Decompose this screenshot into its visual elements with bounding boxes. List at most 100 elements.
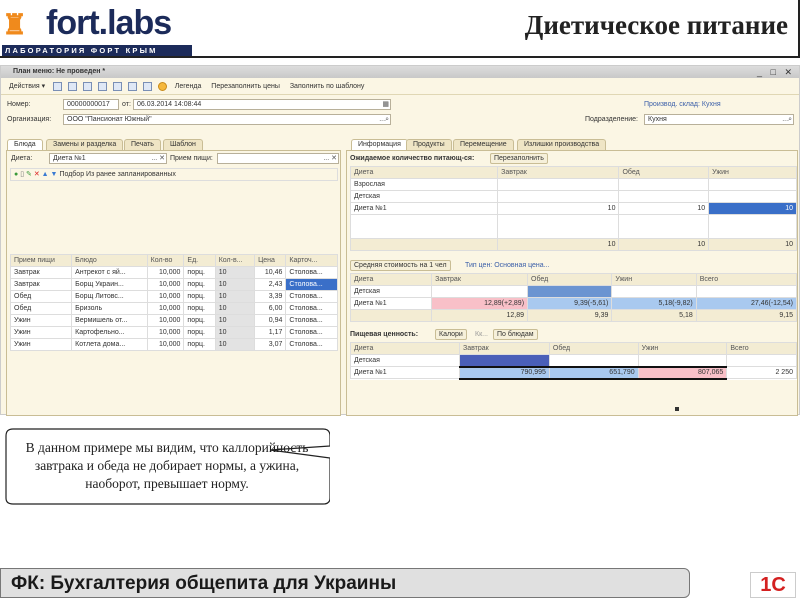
table-cell[interactable]: 2,43 bbox=[254, 278, 287, 291]
table-cell[interactable]: Диета №1 bbox=[350, 366, 460, 379]
column-header[interactable]: Ужин bbox=[708, 166, 797, 179]
table-cell[interactable]: Диета №1 bbox=[349, 202, 499, 215]
table-row[interactable]: Обед Борщ Литовс... 10,000 порц. 10 3,39 Столо… bbox=[9, 290, 338, 303]
table-cell[interactable]: порц. bbox=[183, 290, 216, 303]
table-cell[interactable]: 10 bbox=[618, 202, 710, 215]
pick-button[interactable]: Подбор bbox=[59, 171, 84, 178]
window-controls[interactable]: _ □ ✕ bbox=[757, 66, 795, 78]
tab-template[interactable]: Шаблон bbox=[163, 139, 203, 150]
select-icon[interactable]: ...⌕ bbox=[782, 115, 792, 125]
number-field[interactable]: 00000000017 bbox=[63, 99, 119, 110]
table-cell[interactable] bbox=[726, 354, 797, 367]
table-row[interactable]: Детская bbox=[350, 354, 797, 367]
by-dish-button[interactable]: По блюдам bbox=[493, 329, 538, 340]
dept-field[interactable]: Кухня ...⌕ bbox=[644, 114, 794, 125]
table-cell[interactable] bbox=[637, 354, 728, 367]
table-cell[interactable]: Обед bbox=[9, 290, 73, 303]
delete-icon[interactable]: ✕ bbox=[34, 171, 40, 178]
column-header[interactable]: Диета bbox=[350, 342, 460, 355]
tab-surplus[interactable]: Излишки производства bbox=[517, 139, 607, 150]
clear-icon[interactable]: ... ✕ bbox=[151, 154, 165, 164]
diet-field[interactable]: Диета №1 ... ✕ bbox=[49, 153, 167, 164]
edit-icon[interactable]: ✎ bbox=[26, 171, 32, 178]
table-cell[interactable] bbox=[349, 214, 499, 239]
price-type-link[interactable]: Тип цен: Основная цена... bbox=[465, 262, 550, 269]
table-cell[interactable] bbox=[431, 285, 529, 298]
table-cell[interactable] bbox=[695, 285, 798, 298]
table-cell[interactable]: порц. bbox=[183, 338, 216, 351]
table-cell[interactable]: Завтрак bbox=[9, 266, 73, 279]
column-header[interactable]: Ужин bbox=[611, 273, 697, 286]
table-cell[interactable] bbox=[497, 178, 620, 191]
table-row[interactable]: Ужин Картофельно... 10,000 порц. 10 1,17 Столо… bbox=[9, 326, 338, 339]
units-link[interactable]: Кк... bbox=[475, 331, 488, 338]
table-row[interactable]: Диета №1 12,89(+2,89) 9,39(-5,61) 5,18(-9,8… bbox=[349, 297, 798, 310]
table-cell[interactable]: 10 bbox=[214, 338, 256, 351]
table-cell[interactable]: 10 bbox=[214, 314, 256, 327]
table-cell[interactable]: Столова... bbox=[285, 278, 338, 291]
column-header[interactable]: Диета bbox=[349, 273, 433, 286]
table-cell[interactable]: Завтрак bbox=[9, 278, 73, 291]
table-cell[interactable]: порц. bbox=[183, 278, 216, 291]
column-header[interactable]: Всего bbox=[695, 273, 798, 286]
table-cell[interactable] bbox=[527, 285, 613, 298]
date-field[interactable]: 06.03.2014 14:08:44 ▦ bbox=[133, 99, 391, 110]
avg-cost-button[interactable]: Средняя стоимость на 1 чел bbox=[350, 260, 451, 271]
table-cell[interactable]: Борщ Украин... bbox=[71, 278, 148, 291]
table-row[interactable]: Обед Бризоль 10,000 порц. 10 6,00 Столова... bbox=[9, 302, 338, 315]
table-cell[interactable]: Детская bbox=[350, 354, 460, 367]
post-icon[interactable] bbox=[68, 81, 78, 91]
meal-field[interactable]: ... ✕ bbox=[217, 153, 339, 164]
table-cell[interactable]: 2 250 bbox=[726, 366, 797, 379]
table-cell[interactable]: Ужин bbox=[9, 326, 73, 339]
table-cell[interactable]: 10,000 bbox=[146, 266, 185, 279]
table-cell[interactable]: Детская bbox=[349, 285, 433, 298]
print-icon[interactable] bbox=[112, 81, 122, 91]
column-header[interactable]: Цена bbox=[254, 254, 287, 267]
table-cell[interactable]: порц. bbox=[183, 302, 216, 315]
table-cell[interactable] bbox=[618, 214, 710, 239]
table-cell[interactable]: 10,000 bbox=[146, 338, 185, 351]
table-cell[interactable]: порц. bbox=[183, 326, 216, 339]
table-cell[interactable]: 10 bbox=[214, 326, 256, 339]
table-cell[interactable]: 3,07 bbox=[254, 338, 287, 351]
table-cell[interactable]: 10,46 bbox=[254, 266, 287, 279]
column-header[interactable]: Обед bbox=[618, 166, 710, 179]
table-cell[interactable]: 10 bbox=[214, 278, 256, 291]
table-cell[interactable]: 6,00 bbox=[254, 302, 287, 315]
tab-replacements[interactable]: Замены и разделка bbox=[46, 139, 124, 150]
table-cell[interactable]: Взрослая bbox=[349, 178, 499, 191]
table-cell[interactable]: Столова... bbox=[285, 314, 338, 327]
actions-menu[interactable]: Действия ▾ bbox=[9, 83, 45, 90]
table-row[interactable]: Завтрак Антрекот с яй... 10,000 порц. 10 10,4… bbox=[9, 266, 338, 279]
refill-prices-button[interactable]: Перезаполнить цены bbox=[211, 83, 280, 90]
table-cell[interactable]: Картофельно... bbox=[71, 326, 148, 339]
table-cell[interactable] bbox=[708, 214, 797, 239]
table-cell[interactable]: 807,065 bbox=[637, 365, 728, 380]
column-header[interactable]: Кол-в... bbox=[214, 254, 256, 267]
table-cell[interactable]: 27,46(-12,54) bbox=[695, 297, 798, 310]
table-row[interactable]: Детская bbox=[349, 285, 798, 298]
tab-movement[interactable]: Перемещение bbox=[453, 139, 514, 150]
table-cell[interactable]: 0,94 bbox=[254, 314, 287, 327]
column-header[interactable]: Обед bbox=[527, 273, 613, 286]
calories-select[interactable]: Калори bbox=[435, 329, 467, 340]
table-cell[interactable]: Ужин bbox=[9, 338, 73, 351]
column-header[interactable]: Ед. bbox=[183, 254, 216, 267]
table-cell[interactable] bbox=[708, 178, 797, 191]
table-cell[interactable] bbox=[708, 190, 797, 203]
table-cell[interactable]: Котлета дома... bbox=[71, 338, 148, 351]
column-header[interactable]: Блюдо bbox=[71, 254, 148, 267]
table-cell[interactable]: Столова... bbox=[285, 266, 338, 279]
table-cell[interactable]: Бризоль bbox=[71, 302, 148, 315]
column-header[interactable]: Завтрак bbox=[431, 273, 529, 286]
table-cell[interactable]: Обед bbox=[9, 302, 73, 315]
table-cell[interactable]: Детская bbox=[349, 190, 499, 203]
table-cell[interactable] bbox=[497, 214, 620, 239]
table-cell[interactable]: 10,000 bbox=[146, 326, 185, 339]
table-cell[interactable]: 10,000 bbox=[146, 290, 185, 303]
column-header[interactable]: Кол-во bbox=[146, 254, 185, 267]
table-cell[interactable]: 10,000 bbox=[146, 302, 185, 315]
column-header[interactable]: Прием пищи bbox=[9, 254, 73, 267]
table-cell[interactable]: 10 bbox=[214, 266, 256, 279]
